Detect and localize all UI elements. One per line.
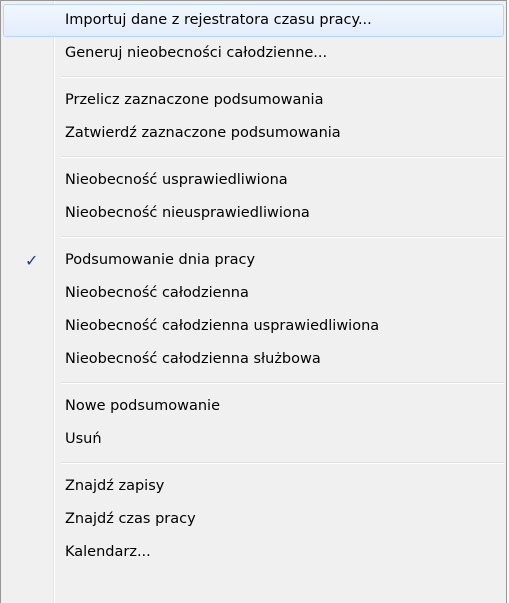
menu-item-label: Znajdź zapisy <box>65 478 165 494</box>
menu-item[interactable]: Znajdź zapisy <box>3 470 504 503</box>
menu-separator <box>61 76 504 78</box>
menu-items: Importuj dane z rejestratora czasu pracy… <box>1 4 506 569</box>
menu-item[interactable]: Przelicz zaznaczone podsumowania <box>3 84 504 117</box>
menu-item-label: Zatwierdź zaznaczone podsumowania <box>65 125 341 141</box>
menu-item-label: Nieobecność usprawiedliwiona <box>65 172 288 188</box>
menu-item-label: Nieobecność całodzienna służbowa <box>65 351 321 367</box>
menu-item-label: Nowe podsumowanie <box>65 398 221 414</box>
menu-item[interactable]: Usuń <box>3 423 504 456</box>
menu-item-label: Przelicz zaznaczone podsumowania <box>65 92 324 108</box>
menu-separator <box>61 236 504 238</box>
menu-item[interactable]: Nieobecność nieusprawiedliwiona <box>3 197 504 230</box>
menu-item-label: Nieobecność całodzienna usprawiedliwiona <box>65 318 380 334</box>
menu-item-label: Kalendarz... <box>65 544 151 560</box>
menu-item-label: Importuj dane z rejestratora czasu pracy… <box>65 12 372 28</box>
menu-item[interactable]: Nieobecność całodzienna usprawiedliwiona <box>3 310 504 343</box>
menu-item-label: Nieobecność nieusprawiedliwiona <box>65 205 310 221</box>
menu-item[interactable]: Zatwierdź zaznaczone podsumowania <box>3 117 504 150</box>
menu-item[interactable]: Nieobecność usprawiedliwiona <box>3 164 504 197</box>
context-menu: Importuj dane z rejestratora czasu pracy… <box>0 0 507 603</box>
menu-item-label: Usuń <box>65 431 102 447</box>
menu-item[interactable]: Generuj nieobecności całodzienne... <box>3 37 504 70</box>
menu-item[interactable]: Znajdź czas pracy <box>3 503 504 536</box>
menu-separator <box>61 462 504 464</box>
checkmark-icon: ✓ <box>25 251 39 270</box>
menu-separator <box>61 382 504 384</box>
menu-item[interactable]: Nieobecność całodzienna służbowa <box>3 343 504 376</box>
menu-item-label: Nieobecność całodzienna <box>65 285 249 301</box>
menu-item-label: Podsumowanie dnia pracy <box>65 252 256 268</box>
menu-item[interactable]: Nieobecność całodzienna <box>3 277 504 310</box>
menu-item-label: Znajdź czas pracy <box>65 511 196 527</box>
menu-item[interactable]: Nowe podsumowanie <box>3 390 504 423</box>
menu-item[interactable]: Importuj dane z rejestratora czasu pracy… <box>3 4 504 37</box>
menu-item-label: Generuj nieobecności całodzienne... <box>65 45 328 61</box>
menu-item[interactable]: Kalendarz... <box>3 536 504 569</box>
menu-separator <box>61 156 504 158</box>
menu-item[interactable]: ✓ Podsumowanie dnia pracy <box>3 244 504 277</box>
